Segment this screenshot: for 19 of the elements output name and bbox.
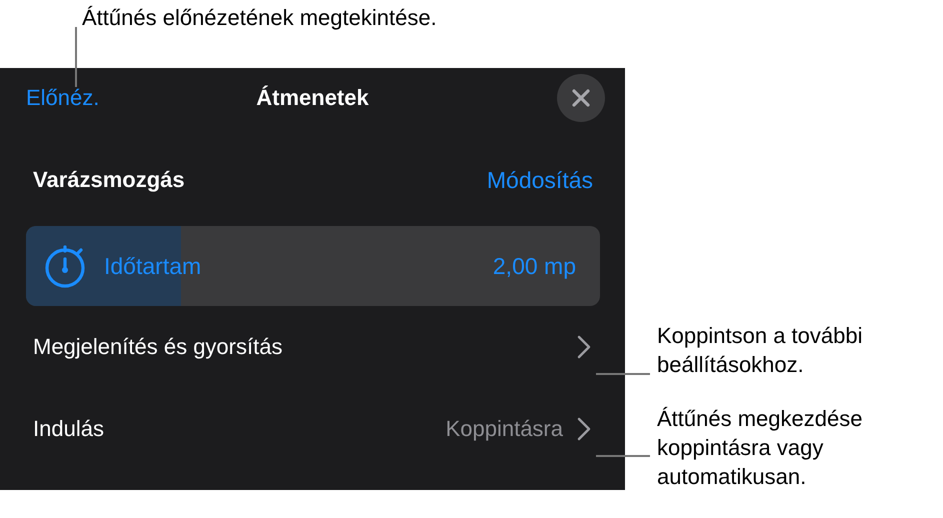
change-button[interactable]: Módosítás <box>486 166 593 194</box>
leader-line <box>75 27 76 87</box>
callout-text: Áttűnés előnézetének megtekintése. <box>82 4 437 32</box>
duration-value: 2,00 mp <box>492 252 576 280</box>
leader-line <box>596 455 650 456</box>
chevron-icon <box>577 335 591 359</box>
close-button[interactable] <box>557 74 605 122</box>
chevron-icon <box>577 417 591 441</box>
effect-name: Varázsmozgás <box>33 167 185 193</box>
callout-text: Áttűnés megkezdése koppintásra vagy automatikusan. <box>657 405 862 491</box>
close-icon <box>571 88 591 108</box>
callout-text: Koppintson a további beállításokhoz. <box>657 322 862 379</box>
panel-title: Átmenetek <box>256 85 369 111</box>
settings-row[interactable]: Megjelenítés és gyorsítás <box>0 306 625 388</box>
preview-button[interactable]: Előnéz. <box>26 85 100 111</box>
leader-line <box>596 373 650 374</box>
duration-slider[interactable]: Időtartam 2,00 mp <box>26 226 600 306</box>
settings-row[interactable]: Indulás Koppintásra <box>0 388 625 470</box>
duration-label: Időtartam <box>104 252 202 280</box>
